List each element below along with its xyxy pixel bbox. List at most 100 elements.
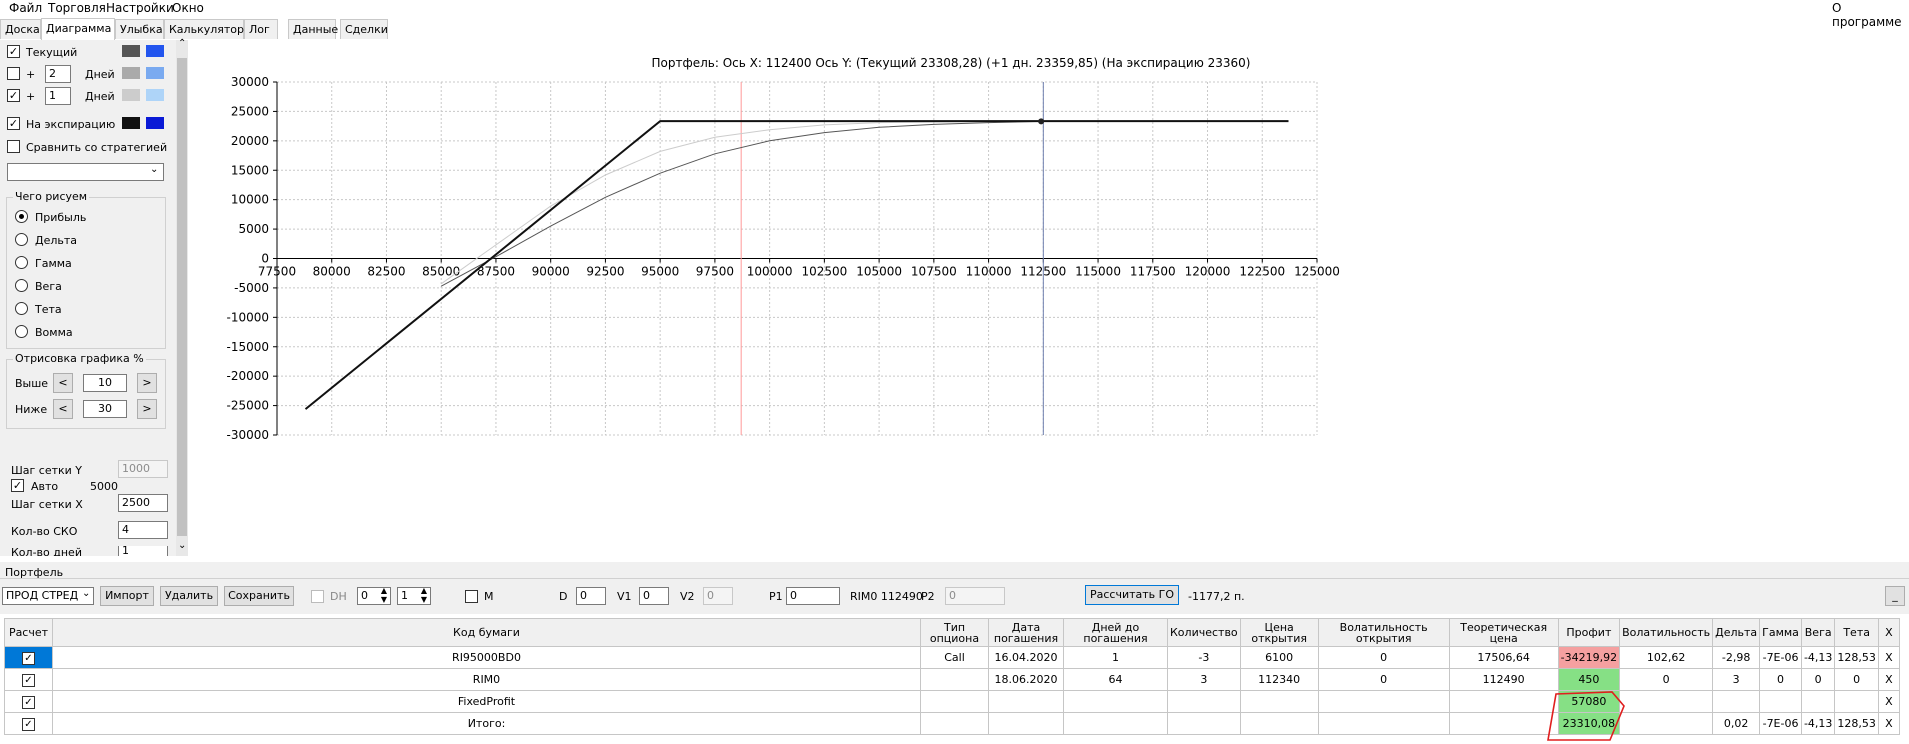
calc-checkbox[interactable]: ✓ [22,717,35,731]
expiration-checkbox[interactable]: ✓ [7,117,20,130]
minimize-button[interactable]: _ [1885,586,1905,606]
col-header-calc[interactable]: Расчет [4,618,53,647]
grid-y-input[interactable]: 1000 [118,460,168,478]
col-header-theta[interactable]: Тета [1834,618,1879,647]
menu-about[interactable]: О программе [1832,1,1909,29]
days1-input[interactable]: 2 [45,65,71,83]
days-count-input[interactable]: 1 [118,546,168,556]
radio-profit[interactable] [15,210,28,223]
radio-gamma[interactable] [15,256,28,269]
plus2-color-swatch-1[interactable] [122,67,140,79]
col-header-close[interactable]: X [1877,618,1900,647]
p2-input[interactable]: 0 [945,587,1005,605]
above-increase-button[interactable]: > [137,373,157,393]
d-input[interactable]: 0 [576,587,606,605]
strategy-select[interactable]: ПРОД СТРЕД [2,587,94,605]
tab-deals[interactable]: Сделки [340,19,388,39]
calc-checkbox-cell[interactable]: ✓ [4,690,53,713]
scroll-down-icon[interactable]: ⌄ [178,540,186,551]
above-decrease-button[interactable]: < [53,373,73,393]
chevron-down-icon[interactable]: ⌄ [82,588,90,599]
col-header-delta[interactable]: Дельта [1712,618,1761,647]
plus2-days-checkbox[interactable] [7,67,20,80]
import-button[interactable]: Импорт [100,586,154,606]
remove-row-button[interactable]: X [1877,646,1900,669]
tab-diagram[interactable]: Диаграмма [41,18,115,40]
below-decrease-button[interactable]: < [53,399,73,419]
above-input[interactable]: 10 [83,374,127,392]
calc-checkbox[interactable]: ✓ [22,695,35,709]
strategy-compare-select[interactable] [7,163,164,181]
calc-checkbox[interactable]: ✓ [22,673,35,687]
calc-checkbox[interactable]: ✓ [22,651,35,665]
calc-checkbox-cell[interactable]: ✓ [4,646,53,669]
current-checkbox[interactable]: ✓ [7,45,20,58]
expiration-color-swatch-1[interactable] [122,117,140,129]
col-header-gamma[interactable]: Гамма [1759,618,1802,647]
remove-row-button[interactable]: X [1877,690,1900,713]
plus1-color-swatch-2[interactable] [146,89,164,101]
sko-input[interactable]: 4 [118,521,168,539]
spin2-arrows-icon[interactable]: ▲ ▼ [419,586,429,604]
col-header-option-type[interactable]: Тип опциона [920,618,989,647]
remove-row-button[interactable]: X [1877,668,1900,691]
tab-log[interactable]: Лог [244,19,278,39]
calc-checkbox-cell[interactable]: ✓ [4,712,53,735]
radio-vomma[interactable] [15,325,28,338]
scrollbar-thumb[interactable] [177,58,187,536]
below-increase-button[interactable]: > [137,399,157,419]
col-header-days-to-expiry[interactable]: Дней до погашения [1063,618,1168,647]
col-header-profit[interactable]: Профит [1557,618,1621,647]
plus1-days-checkbox[interactable]: ✓ [7,89,20,102]
x-tick-label: 100000 [747,265,793,279]
calc-checkbox-cell[interactable]: ✓ [4,668,53,691]
col-header-open-volatility[interactable]: Волатильность открытия [1317,618,1450,647]
radio-vega[interactable] [15,279,28,292]
col-header-expiry-date[interactable]: Дата погашения [988,618,1064,647]
spin1-arrows-icon[interactable]: ▲ ▼ [379,586,389,604]
col-header-quantity[interactable]: Количество [1167,618,1241,647]
tab-smile[interactable]: Улыбка [115,19,164,39]
scroll-up-icon[interactable]: ⌃ [178,38,186,49]
calculate-go-button[interactable]: Рассчитать ГО [1085,585,1179,605]
menu-settings[interactable]: Настройки [106,1,174,15]
below-input[interactable]: 30 [83,400,127,418]
days2-input[interactable]: 1 [45,87,71,105]
delete-button[interactable]: Удалить [160,586,218,606]
save-button[interactable]: Сохранить [224,586,294,606]
menu-trade[interactable]: Торговля [48,1,106,15]
plus2-color-swatch-2[interactable] [146,67,164,79]
table-row[interactable]: ✓ FixedProfit 57080 X [4,690,1900,713]
tab-board[interactable]: Доска [0,19,41,39]
m-checkbox[interactable] [465,590,478,603]
menu-file[interactable]: Файл [9,1,42,15]
current-color-swatch-2[interactable] [146,45,164,57]
col-header-volatility[interactable]: Волатильность [1619,618,1714,647]
radio-delta[interactable] [15,233,28,246]
tab-calculator[interactable]: Калькулятор [164,19,244,39]
v1-input[interactable]: 0 [639,587,669,605]
profit-chart[interactable]: 77500 80000 82500 85000 87500 90000 92500 95000… [188,40,1909,556]
grid-x-input[interactable]: 2500 [118,494,168,512]
radio-theta[interactable] [15,302,28,315]
chevron-down-icon[interactable]: ⌄ [150,164,158,175]
left-panel-scrollbar[interactable]: ⌃ ⌄ [176,38,188,556]
col-header-open-price[interactable]: Цена открытия [1239,618,1319,647]
dh-checkbox[interactable] [311,590,324,603]
col-header-theoretical-price[interactable]: Теоретическая цена [1448,618,1559,647]
col-header-vega[interactable]: Вега [1800,618,1836,647]
menu-window[interactable]: Окно [172,1,204,15]
remove-row-button[interactable]: X [1877,712,1900,735]
p1-input[interactable]: 0 [786,587,840,605]
current-color-swatch-1[interactable] [122,45,140,57]
compare-checkbox[interactable] [7,140,20,153]
auto-checkbox[interactable]: ✓ [11,479,24,492]
v2-input[interactable]: 0 [703,587,733,605]
table-row[interactable]: ✓ RIM0 18.06.2020 64 3 112340 0 112490 450 0 3 0 0 0 X [4,668,1900,691]
table-row[interactable]: ✓ Итого: 23310,08 0,02 -7E-06 -4,13 128,53 X [4,712,1900,735]
plus1-color-swatch-1[interactable] [122,89,140,101]
col-header-code[interactable]: Код бумаги [52,618,921,647]
table-row[interactable]: ✓ RI95000BD0 Call 16.04.2020 1 -3 6100 0 17506,6… [4,646,1900,669]
expiration-color-swatch-2[interactable] [146,117,164,129]
tab-data[interactable]: Данные [288,19,338,39]
